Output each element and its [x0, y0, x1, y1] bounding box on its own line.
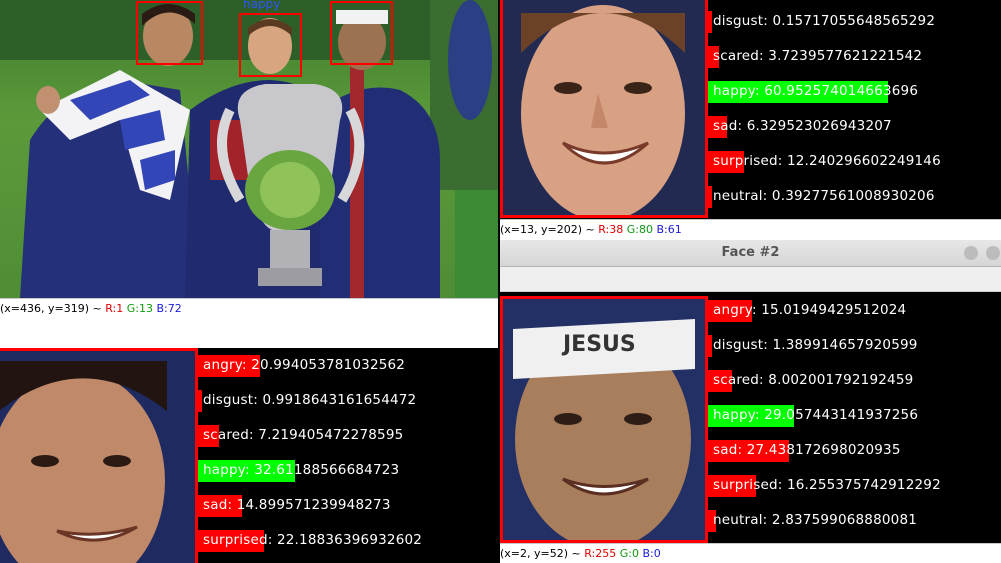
emotion-bar	[708, 11, 712, 33]
face1-portrait	[503, 0, 705, 215]
photo-illustration: happy	[0, 0, 498, 298]
emotion-label: angry: 15.01949429512024	[713, 302, 907, 318]
emotion-bar	[708, 186, 712, 208]
emotion-bar	[198, 390, 202, 412]
emotion-label: sad: 27.438172698020935	[713, 442, 901, 458]
face2-window-title: Face #2	[721, 245, 780, 260]
face0-window: angry: 20.994053781032562 disgust: 0.9918…	[0, 318, 498, 563]
svg-text:JESUS: JESUS	[561, 332, 636, 357]
emotion-label: scared: 8.002001792192459	[713, 372, 914, 388]
emotion-row: surprised: 22.18836396932602	[198, 530, 498, 552]
face2-window: Face #2 JESUS angry: 15.01949429512024 di…	[500, 240, 1001, 563]
close-icon[interactable]	[986, 246, 1000, 260]
emotion-row: happy: 32.61188566684723	[198, 460, 498, 482]
emotion-row: sad: 14.899571239948273	[198, 495, 498, 517]
emotion-row: neutral: 0.39277561008930206	[708, 186, 1001, 208]
emotion-label: neutral: 0.39277561008930206	[713, 188, 935, 204]
emotion-label: neutral: 2.837599068880081	[713, 512, 918, 528]
status-b: B:72	[156, 302, 182, 315]
status-coords: (x=13, y=202) ~	[500, 223, 599, 236]
main-photo-window: happy (x=436, y=319) ~ R:1 G:13 B:72	[0, 0, 498, 318]
emotion-row: disgust: 0.15717055648565292	[708, 11, 1001, 33]
emotion-row: angry: 15.01949429512024	[708, 300, 1001, 322]
face-emotion-label: happy	[243, 0, 280, 11]
status-g: G:0	[619, 547, 639, 560]
status-r: R:1	[105, 302, 124, 315]
emotion-label: surprised: 16.255375742912292	[713, 477, 941, 493]
emotion-label: disgust: 1.389914657920599	[713, 337, 918, 353]
emotion-row: sad: 27.438172698020935	[708, 440, 1001, 462]
emotion-label: angry: 20.994053781032562	[203, 357, 406, 373]
status-g: G:80	[626, 223, 653, 236]
team-trophy-photo[interactable]: happy	[0, 0, 498, 298]
emotion-row: happy: 60.952574014663696	[708, 81, 1001, 103]
emotion-row: angry: 20.994053781032562	[198, 355, 498, 377]
emotion-row: surprised: 16.255375742912292	[708, 475, 1001, 497]
face0-window-top-edge	[0, 318, 498, 348]
emotion-row: sad: 6.329523026943207	[708, 116, 1001, 138]
emotion-row: scared: 3.7239577621221542	[708, 46, 1001, 68]
emotion-label: sad: 6.329523026943207	[713, 118, 892, 134]
emotion-row: scared: 8.002001792192459	[708, 370, 1001, 392]
emotion-label: sad: 14.899571239948273	[203, 497, 391, 513]
minimize-icon[interactable]	[964, 246, 978, 260]
emotion-bar	[708, 335, 712, 357]
emotion-row: happy: 29.057443141937256	[708, 405, 1001, 427]
face2-toolbar	[500, 267, 1001, 292]
face2-portrait: JESUS	[503, 299, 705, 540]
face1-emotion-bars: disgust: 0.15717055648565292 scared: 3.72…	[708, 0, 1001, 220]
face0-emotion-bars: angry: 20.994053781032562 disgust: 0.9918…	[198, 348, 498, 563]
face2-emotion-bars: angry: 15.01949429512024 disgust: 1.38991…	[708, 298, 1001, 543]
face0-portrait	[0, 351, 195, 563]
status-b: B:0	[642, 547, 661, 560]
status-coords: (x=2, y=52) ~	[500, 547, 585, 560]
main-status-bar: (x=436, y=319) ~ R:1 G:13 B:72	[0, 298, 498, 318]
status-b: B:61	[656, 223, 682, 236]
emotion-label: happy: 29.057443141937256	[713, 407, 919, 423]
emotion-label: surprised: 12.240296602249146	[713, 153, 941, 169]
emotion-label: surprised: 22.18836396932602	[203, 532, 423, 548]
face2-status-bar: (x=2, y=52) ~ R:255 G:0 B:0	[500, 543, 1001, 563]
emotion-row: disgust: 1.389914657920599	[708, 335, 1001, 357]
emotion-label: scared: 7.219405472278595	[203, 427, 404, 443]
emotion-row: neutral: 2.837599068880081	[708, 510, 1001, 532]
emotion-label: disgust: 0.9918643161654472	[203, 392, 417, 408]
status-r: R:255	[584, 547, 617, 560]
emotion-label: happy: 32.61188566684723	[203, 462, 400, 478]
face2-image: JESUS	[500, 296, 708, 543]
face1-image	[500, 0, 708, 218]
emotion-row: scared: 7.219405472278595	[198, 425, 498, 447]
face0-image	[0, 348, 198, 563]
emotion-label: disgust: 0.15717055648565292	[713, 13, 936, 29]
emotion-label: scared: 3.7239577621221542	[713, 48, 923, 64]
status-g: G:13	[126, 302, 153, 315]
emotion-row: surprised: 12.240296602249146	[708, 151, 1001, 173]
emotion-label: happy: 60.952574014663696	[713, 83, 919, 99]
status-coords: (x=436, y=319) ~	[0, 302, 106, 315]
face2-title-bar[interactable]: Face #2	[500, 240, 1001, 267]
face1-window: disgust: 0.15717055648565292 scared: 3.72…	[500, 0, 1001, 240]
face1-status-bar: (x=13, y=202) ~ R:38 G:80 B:61	[500, 219, 1001, 240]
status-r: R:38	[598, 223, 624, 236]
emotion-row: disgust: 0.9918643161654472	[198, 390, 498, 412]
